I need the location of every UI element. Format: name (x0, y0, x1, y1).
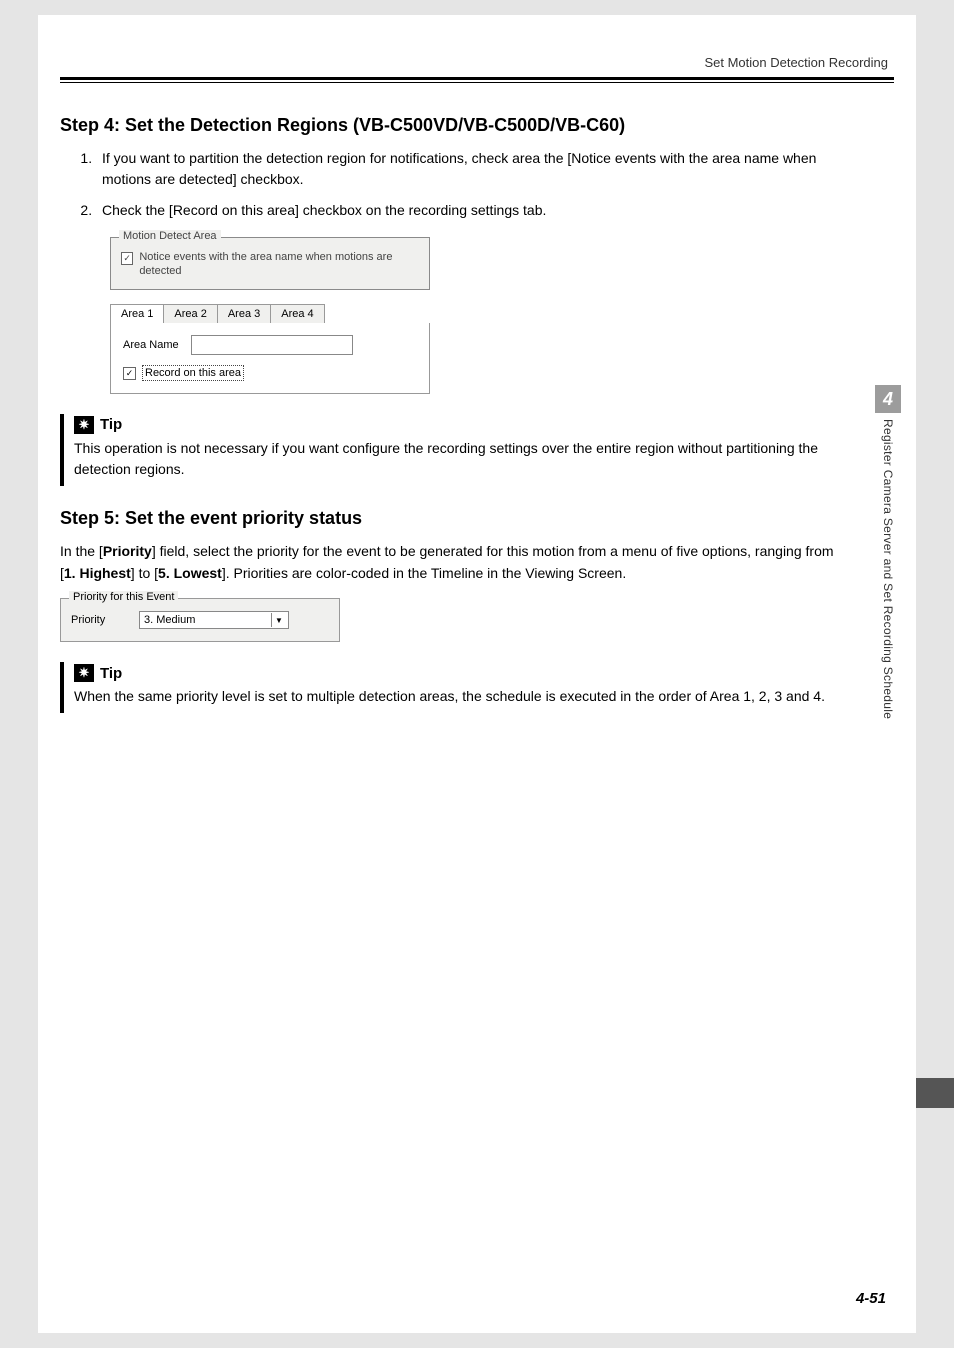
notice-checkbox-row: ✓ Notice events with the area name when … (121, 250, 419, 279)
record-checkbox-label: Record on this area (142, 365, 244, 381)
t: Priority (103, 543, 152, 559)
header-section-title: Set Motion Detection Recording (704, 55, 888, 70)
page-number: 4-51 (856, 1290, 886, 1307)
t: ] to [ (131, 565, 158, 581)
tab-area-2[interactable]: Area 2 (163, 304, 217, 323)
notice-checkbox-label: Notice events with the area name when mo… (139, 250, 419, 279)
t: 1. Highest (64, 565, 131, 581)
area-name-label: Area Name (123, 339, 179, 351)
motion-detect-figure: Motion Detect Area ✓ Notice events with … (110, 237, 846, 394)
priority-label: Priority (71, 614, 127, 626)
tab-area-3[interactable]: Area 3 (217, 304, 271, 323)
motion-detect-legend: Motion Detect Area (119, 230, 221, 242)
tip-2-body: When the same priority level is set to m… (74, 686, 846, 707)
tip-1-head: ✷ Tip (74, 416, 846, 434)
chapter-side-tab: 4 Register Camera Server and Set Recordi… (874, 385, 902, 719)
tip-2-label: Tip (100, 665, 122, 682)
tab-area-4[interactable]: Area 4 (270, 304, 324, 323)
lightbulb-icon: ✷ (74, 416, 94, 434)
priority-groupbox: Priority for this Event Priority 3. Medi… (60, 598, 340, 642)
chevron-down-icon: ▼ (271, 613, 286, 627)
tip-1-body: This operation is not necessary if you w… (74, 438, 846, 480)
step4-list: If you want to partition the detection r… (96, 148, 846, 221)
header-rule (60, 77, 894, 83)
notice-checkbox[interactable]: ✓ (121, 252, 133, 265)
tip-2: ✷ Tip When the same priority level is se… (60, 662, 846, 713)
area-tabs: Area 1 Area 2 Area 3 Area 4 (110, 304, 430, 323)
lightbulb-icon: ✷ (74, 664, 94, 682)
step4-item-2: Check the [Record on this area] checkbox… (96, 200, 846, 221)
area-name-input[interactable] (191, 335, 353, 355)
area-name-row: Area Name (123, 335, 417, 355)
priority-select[interactable]: 3. Medium ▼ (139, 611, 289, 629)
chapter-number: 4 (875, 385, 901, 413)
t: ]. Priorities are color-coded in the Tim… (222, 565, 626, 581)
tab-area-1[interactable]: Area 1 (110, 304, 164, 323)
area-tab-body: Area Name ✓ Record on this area (110, 323, 430, 394)
tip-2-head: ✷ Tip (74, 664, 846, 682)
chapter-title: Register Camera Server and Set Recording… (881, 419, 895, 719)
step5-paragraph: In the [Priority] field, select the prio… (60, 541, 846, 584)
record-checkbox-row: ✓ Record on this area (123, 365, 417, 381)
tip-1: ✷ Tip This operation is not necessary if… (60, 414, 846, 486)
priority-legend: Priority for this Event (69, 591, 178, 603)
step4-heading: Step 4: Set the Detection Regions (VB-C5… (60, 115, 846, 136)
step5-heading: Step 5: Set the event priority status (60, 508, 846, 529)
t: 5. Lowest (158, 565, 222, 581)
priority-select-value: 3. Medium (144, 614, 195, 626)
motion-detect-groupbox: Motion Detect Area ✓ Notice events with … (110, 237, 430, 290)
step4-item-1: If you want to partition the detection r… (96, 148, 846, 190)
tip-1-label: Tip (100, 416, 122, 433)
priority-row: Priority 3. Medium ▼ (71, 611, 329, 629)
thumb-index-strip (916, 1078, 954, 1108)
page: Set Motion Detection Recording Step 4: S… (0, 0, 954, 1348)
record-checkbox[interactable]: ✓ (123, 367, 136, 380)
document-sheet: Set Motion Detection Recording Step 4: S… (38, 15, 916, 1333)
main-content: Step 4: Set the Detection Regions (VB-C5… (60, 105, 846, 735)
t: In the [ (60, 543, 103, 559)
